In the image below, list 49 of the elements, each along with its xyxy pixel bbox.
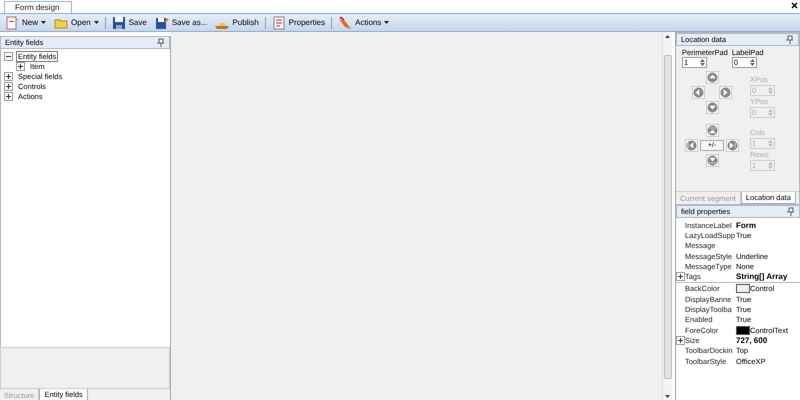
- collapse-icon[interactable]: [4, 52, 13, 60]
- expand-icon[interactable]: [4, 82, 13, 90]
- toolbar-button[interactable]: Open: [52, 15, 101, 30]
- toolbar-button[interactable]: Save as...: [152, 15, 210, 30]
- pin-icon[interactable]: [786, 207, 795, 216]
- save-as-icon: [156, 18, 169, 28]
- arrow-button[interactable]: [726, 139, 739, 152]
- spinner-arrows-icon: [748, 58, 756, 67]
- save-icon: [112, 16, 125, 28]
- spinner-arrows-icon: [767, 108, 774, 117]
- toolbar-button[interactable]: Save: [110, 15, 149, 30]
- spinner-arrows-icon: [699, 58, 706, 67]
- properties-icon: [273, 16, 284, 29]
- expand-icon[interactable]: [676, 272, 685, 282]
- arrow-button[interactable]: [706, 124, 718, 137]
- folder-icon: [54, 19, 68, 28]
- arrow-icon: [706, 125, 718, 136]
- scroll-down-icon[interactable]: [665, 395, 670, 398]
- toolbar-button[interactable]: Actions: [336, 15, 392, 30]
- property-value[interactable]: 727, 600: [736, 336, 768, 345]
- scrollbar[interactable]: [662, 32, 672, 400]
- arrow-icon: [727, 140, 738, 151]
- expand-icon[interactable]: [4, 72, 13, 80]
- spinner-arrows-icon: [767, 139, 774, 148]
- property-value[interactable]: Form: [736, 220, 756, 230]
- pin-icon[interactable]: [785, 35, 794, 44]
- arrow-button[interactable]: [719, 86, 732, 99]
- document-tab[interactable]: Form design: [4, 1, 72, 13]
- expand-icon[interactable]: [676, 336, 685, 345]
- arrow-button[interactable]: [706, 71, 718, 84]
- arrow-button[interactable]: [706, 154, 718, 167]
- close-icon[interactable]: [791, 2, 798, 9]
- spinner-arrows-icon: [767, 86, 774, 95]
- toolbar-button[interactable]: Properties: [270, 15, 328, 30]
- toolbar-button[interactable]: New: [3, 15, 48, 30]
- arrow-icon: [706, 155, 718, 166]
- arrow-button[interactable]: [706, 101, 718, 114]
- arrow-button[interactable]: [685, 139, 698, 152]
- spinner-arrows-icon: [767, 161, 774, 170]
- new-document-icon: [6, 16, 18, 29]
- expand-icon[interactable]: [4, 92, 13, 100]
- pin-icon[interactable]: [156, 38, 165, 47]
- actions-icon: [339, 16, 352, 28]
- publish-icon: [215, 22, 230, 28]
- toolbar-button[interactable]: Publish: [213, 15, 261, 30]
- expand-icon[interactable]: [16, 62, 25, 70]
- scroll-up-icon[interactable]: [665, 35, 670, 38]
- arrow-button[interactable]: [692, 86, 705, 99]
- property-value[interactable]: String[] Array: [736, 272, 788, 282]
